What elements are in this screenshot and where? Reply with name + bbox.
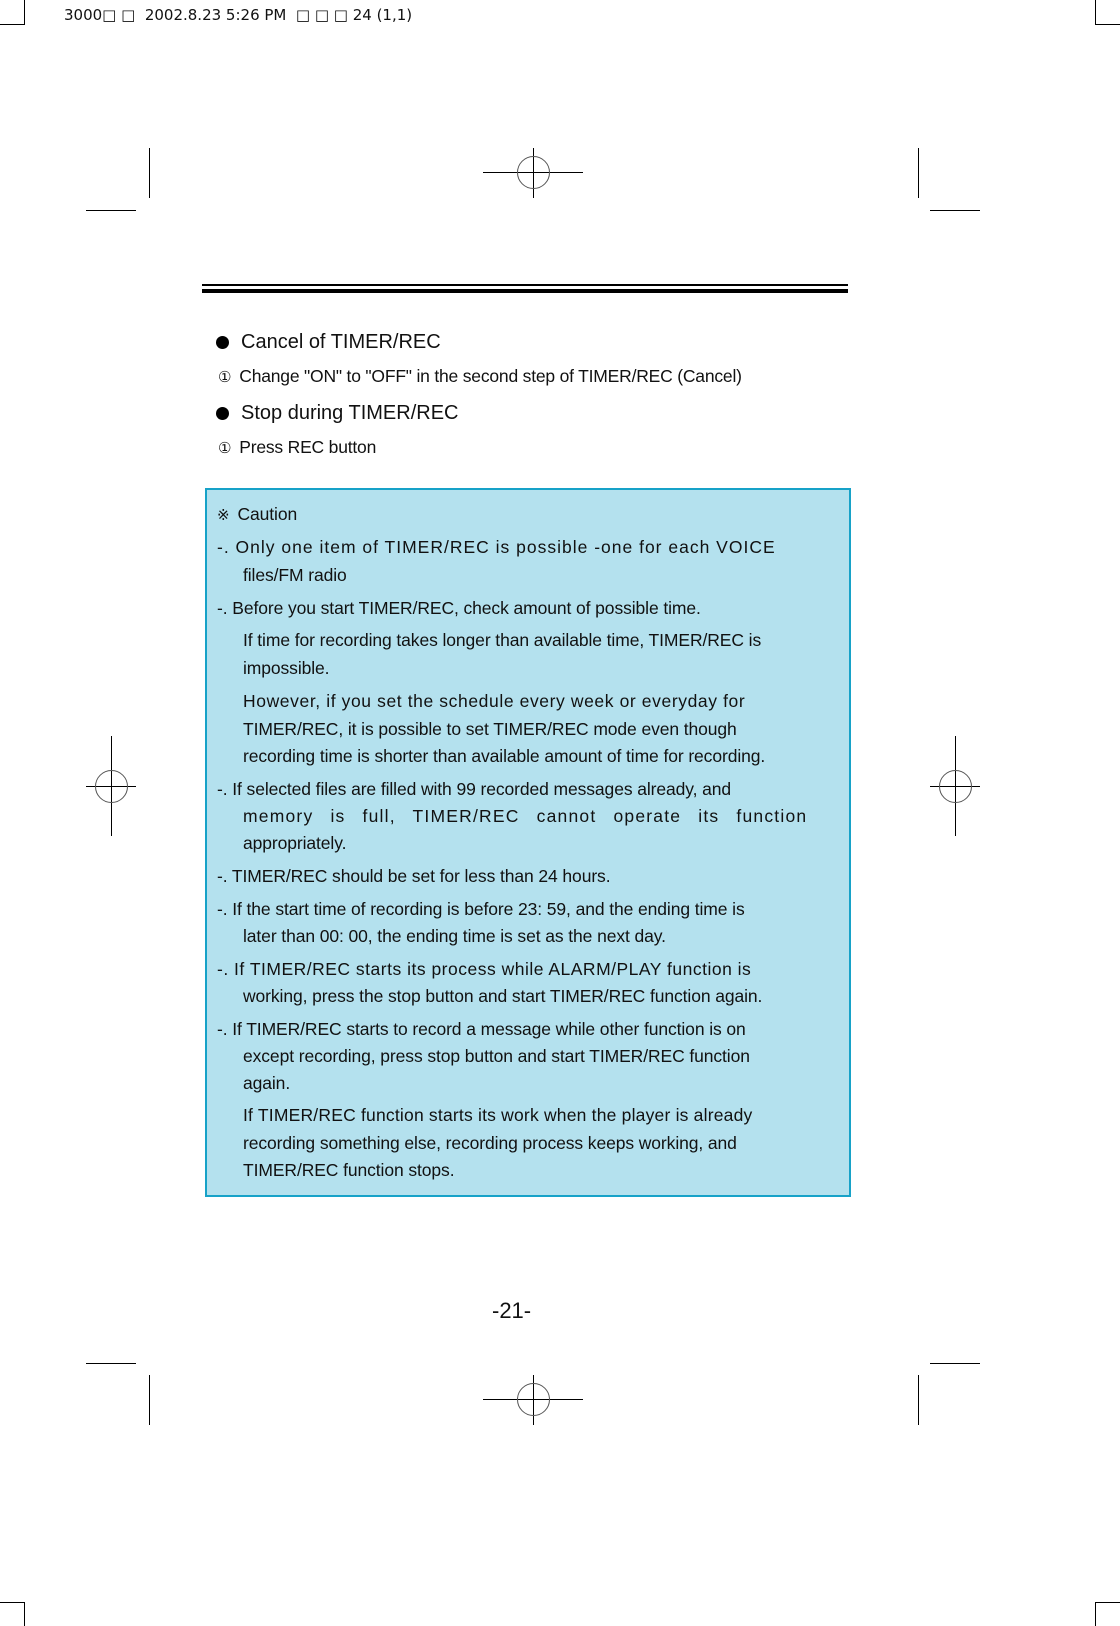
caution-line: impossible.: [243, 658, 330, 678]
step-number: ①: [218, 438, 232, 457]
step-text: Change "ON" to "OFF" in the second step …: [239, 366, 742, 386]
caution-line: -. TIMER/REC should be set for less than…: [217, 866, 611, 886]
caution-line: appropriately.: [243, 833, 347, 853]
caution-line: recording time is shorter than available…: [243, 746, 766, 766]
caution-title: ※ Caution: [217, 504, 297, 525]
section-heading-stop: Stop during TIMER/REC: [216, 402, 459, 425]
step-item: ① Change "ON" to "OFF" in the second ste…: [218, 366, 742, 387]
section-heading-cancel: Cancel of TIMER/REC: [216, 331, 441, 354]
caution-line: However, if you set the schedule every w…: [243, 691, 746, 711]
header-rule-thin: [202, 284, 848, 286]
reference-mark-icon: ※: [217, 506, 230, 524]
bullet-icon: [216, 407, 229, 420]
caution-line: -. Before you start TIMER/REC, check amo…: [217, 598, 701, 618]
bullet-icon: [216, 336, 229, 349]
caution-box: ※ Caution -. Only one item of TIMER/REC i…: [205, 488, 851, 1197]
step-number: ①: [218, 367, 232, 386]
caution-line: -. If TIMER/REC starts to record a messa…: [217, 1019, 746, 1039]
caution-line: TIMER/REC, it is possible to set TIMER/R…: [243, 719, 737, 739]
header-rule-thick: [202, 289, 848, 293]
caution-line: files/FM radio: [243, 565, 347, 585]
section-heading-text: Stop during TIMER/REC: [241, 402, 459, 424]
caution-line: TIMER/REC function stops.: [243, 1160, 455, 1180]
caution-line: except recording, press stop button and …: [243, 1046, 750, 1066]
caution-line: -. If TIMER/REC starts its process while…: [217, 959, 752, 979]
caution-line: again.: [243, 1073, 291, 1093]
page-number: -21-: [492, 1298, 532, 1323]
caution-line: -. If the start time of recording is bef…: [217, 899, 745, 919]
caution-line: later than 00: 00, the ending time is se…: [243, 926, 666, 946]
step-text: Press REC button: [239, 437, 377, 457]
step-item: ① Press REC button: [218, 437, 376, 458]
caution-line: memory is full, TIMER/REC cannot operate…: [243, 806, 808, 826]
section-heading-text: Cancel of TIMER/REC: [241, 331, 441, 353]
caution-line: recording something else, recording proc…: [243, 1133, 737, 1153]
caution-line: working, press the stop button and start…: [243, 986, 763, 1006]
caution-line: -. Only one item of TIMER/REC is possibl…: [217, 537, 776, 557]
caution-line: -. If selected files are filled with 99 …: [217, 779, 732, 799]
caution-line: If TIMER/REC function starts its work wh…: [243, 1105, 753, 1125]
caution-title-text: Caution: [237, 504, 298, 524]
print-slug: 3000□ □ 2002.8.23 5:26 PM □ □ □ 24 (1,1): [64, 6, 413, 24]
caution-line: If time for recording takes longer than …: [243, 630, 762, 650]
